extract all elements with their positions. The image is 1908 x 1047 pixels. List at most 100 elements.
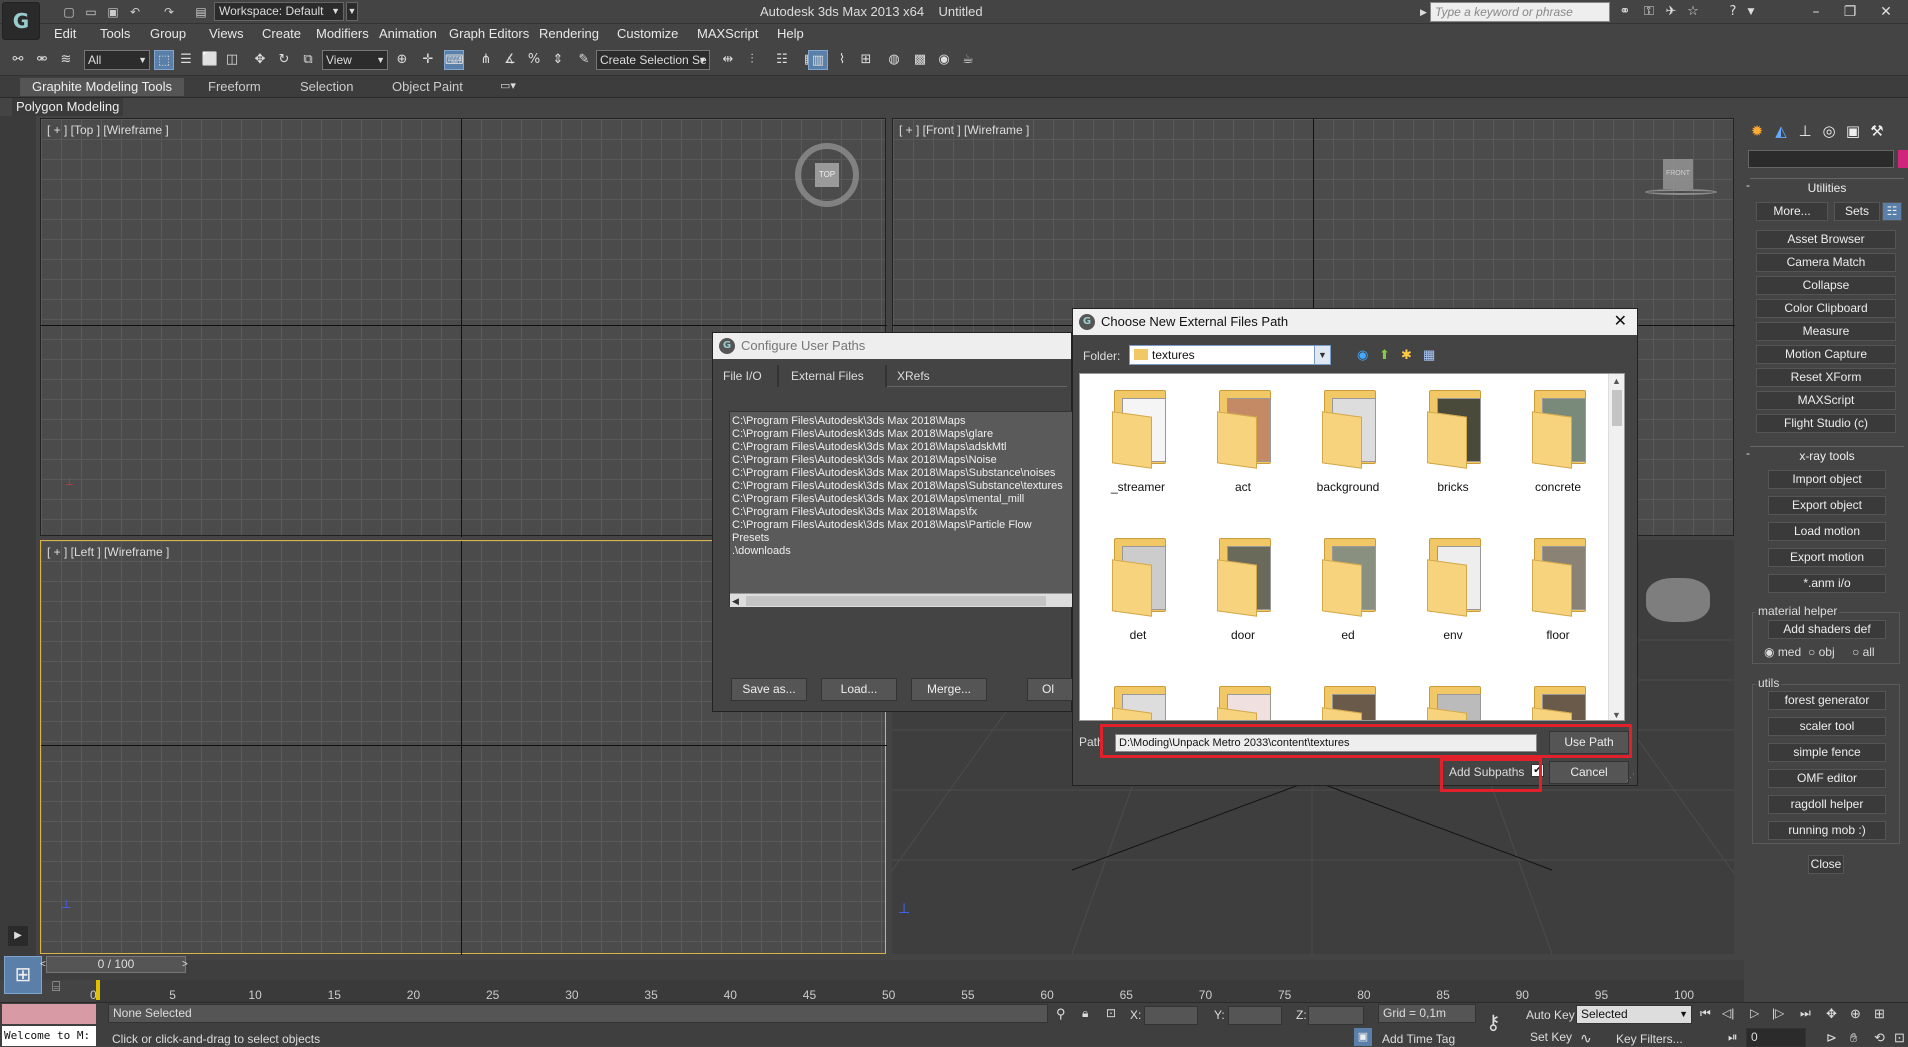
angle-snap-icon[interactable]: ∡ bbox=[500, 50, 520, 70]
align-icon[interactable]: ⫶ bbox=[742, 50, 762, 70]
menu-modifiers[interactable]: Modifiers bbox=[316, 26, 369, 41]
more-button[interactable]: More... bbox=[1756, 202, 1828, 221]
save-as-button[interactable]: Save as... bbox=[731, 678, 807, 701]
folder-item[interactable] bbox=[1092, 680, 1184, 720]
render-setup-icon[interactable]: ▩ bbox=[910, 50, 930, 70]
menu-graph-editors[interactable]: Graph Editors bbox=[449, 26, 529, 41]
menu-group[interactable]: Group bbox=[150, 26, 186, 41]
path-item[interactable]: C:\Program Files\Autodesk\3ds Max 2018\M… bbox=[732, 519, 1070, 545]
create-tab-icon[interactable]: ✹ bbox=[1746, 120, 1768, 142]
expand-panel-icon[interactable]: ▶ bbox=[8, 926, 28, 946]
help-icon[interactable]: ? bbox=[1724, 3, 1742, 21]
select-and-link-icon[interactable]: ⚯ bbox=[8, 50, 28, 70]
workspace-arrow-icon[interactable]: ▼ bbox=[346, 2, 358, 21]
selection-filter-dropdown[interactable]: All ▼ bbox=[84, 50, 150, 70]
goto-start-icon[interactable]: ⏮ bbox=[1700, 1006, 1711, 1021]
folder-dropdown[interactable]: textures ▼ bbox=[1129, 345, 1331, 365]
scroll-left-icon[interactable]: ◀ bbox=[732, 594, 739, 608]
view-menu-icon[interactable]: ▦ bbox=[1423, 347, 1439, 363]
folder-vscrollbar[interactable]: ▲ ▼ bbox=[1608, 374, 1624, 720]
select-manipulate-icon[interactable]: ✛ bbox=[418, 50, 438, 70]
utility-flight-studio[interactable]: Flight Studio (c) bbox=[1756, 414, 1896, 433]
utils-simple-fence[interactable]: simple fence bbox=[1768, 743, 1886, 762]
help-dropdown-icon[interactable]: ▼ bbox=[1742, 3, 1760, 21]
utils-running-mob[interactable]: running mob :) bbox=[1768, 821, 1886, 840]
undo-icon[interactable]: ↶ bbox=[126, 3, 144, 21]
x-coordinate-field[interactable] bbox=[1144, 1006, 1198, 1025]
binoculars-icon[interactable]: ⚭ bbox=[1616, 3, 1634, 21]
auto-key-button[interactable]: Auto Key bbox=[1526, 1008, 1575, 1022]
scroll-up-icon[interactable]: ▲ bbox=[1612, 376, 1621, 386]
key-filters-button[interactable]: Key Filters... bbox=[1616, 1032, 1683, 1046]
maximize-viewport-icon[interactable]: ⊡ bbox=[1894, 1030, 1905, 1046]
tab-file-io[interactable]: File I/O bbox=[723, 369, 762, 383]
communication-center-icon[interactable]: ✈ bbox=[1662, 3, 1680, 21]
add-shaders-def-button[interactable]: Add shaders def bbox=[1768, 620, 1886, 639]
ok-button[interactable]: Ol bbox=[1027, 678, 1073, 701]
time-slider-next-icon[interactable]: > bbox=[182, 956, 194, 973]
utilities-rollout-header[interactable]: Utilities bbox=[1750, 178, 1904, 196]
snaps-toggle-icon[interactable]: ⋔ bbox=[476, 50, 496, 70]
selection-lock-icon[interactable]: 🔒︎ bbox=[1082, 1006, 1088, 1021]
cancel-button[interactable]: Cancel bbox=[1549, 761, 1629, 784]
menu-rendering[interactable]: Rendering bbox=[539, 26, 599, 41]
folder-item[interactable]: env bbox=[1407, 532, 1499, 662]
maxscript-listener[interactable]: Welcome to M: bbox=[2, 1026, 96, 1046]
folder-item[interactable]: background bbox=[1302, 384, 1394, 514]
up-folder-icon[interactable]: ⬆ bbox=[1379, 347, 1395, 363]
utility-maxscript[interactable]: MAXScript bbox=[1756, 391, 1896, 410]
utility-collapse[interactable]: Collapse bbox=[1756, 276, 1896, 295]
menu-help[interactable]: Help bbox=[777, 26, 804, 41]
tab-selection[interactable]: Selection bbox=[288, 78, 365, 96]
edit-named-selection-icon[interactable]: ✎ bbox=[574, 50, 594, 70]
new-folder-icon[interactable]: ✱ bbox=[1401, 347, 1417, 363]
search-expand-icon[interactable]: ▶ bbox=[1420, 3, 1428, 21]
named-selection-dropdown[interactable]: Create Selection Se ▼ bbox=[596, 50, 710, 70]
favorites-star-icon[interactable]: ☆ bbox=[1684, 3, 1702, 21]
close-window-icon[interactable]: ✕ bbox=[1868, 2, 1904, 22]
tab-object-paint[interactable]: Object Paint bbox=[380, 78, 475, 96]
folder-scroll-thumb[interactable] bbox=[1612, 390, 1622, 426]
scroll-thumb[interactable] bbox=[746, 596, 1046, 606]
utils-ragdoll-helper[interactable]: ragdoll helper bbox=[1768, 795, 1886, 814]
radio-obj[interactable]: ○ obj bbox=[1808, 645, 1835, 659]
add-time-tag[interactable]: Add Time Tag bbox=[1382, 1032, 1455, 1046]
maxscript-mini-listener-pink[interactable] bbox=[2, 1004, 96, 1024]
load-button[interactable]: Load... bbox=[821, 678, 897, 701]
hierarchy-tab-icon[interactable]: ⊥ bbox=[1794, 120, 1816, 142]
window-crossing-icon[interactable]: ◫ bbox=[222, 50, 242, 70]
folder-item[interactable]: concrete bbox=[1512, 384, 1604, 514]
folder-item[interactable] bbox=[1197, 680, 1289, 720]
path-item[interactable]: .\downloads bbox=[732, 545, 1070, 558]
scroll-down-icon[interactable]: ▼ bbox=[1612, 710, 1621, 720]
material-editor-icon[interactable]: ◍ bbox=[884, 50, 904, 70]
new-file-icon[interactable]: ▢ bbox=[60, 3, 78, 21]
absolute-mode-icon[interactable]: ⊡ bbox=[1106, 1006, 1116, 1020]
reference-coordinate-dropdown[interactable]: View ▼ bbox=[322, 50, 388, 70]
path-item[interactable]: C:\Program Files\Autodesk\3ds Max 2018\M… bbox=[732, 454, 1070, 467]
xray-load-motion[interactable]: Load motion bbox=[1768, 522, 1886, 541]
zoom-extents-icon[interactable]: ⊞ bbox=[1874, 1006, 1885, 1022]
rendered-frame-window-icon[interactable]: ◉ bbox=[934, 50, 954, 70]
xray-rollout-header[interactable]: x-ray tools bbox=[1750, 446, 1904, 464]
folder-item[interactable]: ed bbox=[1302, 532, 1394, 662]
folder-item[interactable]: act bbox=[1197, 384, 1289, 514]
utility-motion-capture[interactable]: Motion Capture bbox=[1756, 345, 1896, 364]
xray-export-object[interactable]: Export object bbox=[1768, 496, 1886, 515]
mirror-icon[interactable]: ⇹ bbox=[718, 50, 738, 70]
viewcube-perspective[interactable] bbox=[1646, 578, 1710, 622]
y-coordinate-field[interactable] bbox=[1228, 1006, 1282, 1025]
path-item[interactable]: C:\Program Files\Autodesk\3ds Max 2018\M… bbox=[732, 428, 1070, 441]
redo-icon[interactable]: ↷ bbox=[160, 3, 178, 21]
viewcube-top[interactable]: TOP bbox=[815, 163, 839, 187]
xray-anm-io[interactable]: *.anm i/o bbox=[1768, 574, 1886, 593]
utils-forest-generator[interactable]: forest generator bbox=[1768, 691, 1886, 710]
key-mode-dropdown[interactable]: Selected ▼ bbox=[1576, 1005, 1692, 1024]
percent-snap-icon[interactable]: % bbox=[524, 50, 544, 70]
menu-edit[interactable]: Edit bbox=[54, 26, 76, 41]
subscription-icon[interactable]: ⚿ bbox=[1640, 3, 1658, 21]
bind-space-warp-icon[interactable]: ≋ bbox=[56, 50, 76, 70]
resize-grip-icon[interactable]: ⋰ bbox=[1626, 772, 1635, 783]
folder-item[interactable]: _streamer bbox=[1092, 384, 1184, 514]
schematic-view-icon[interactable]: ⊞ bbox=[856, 50, 876, 70]
